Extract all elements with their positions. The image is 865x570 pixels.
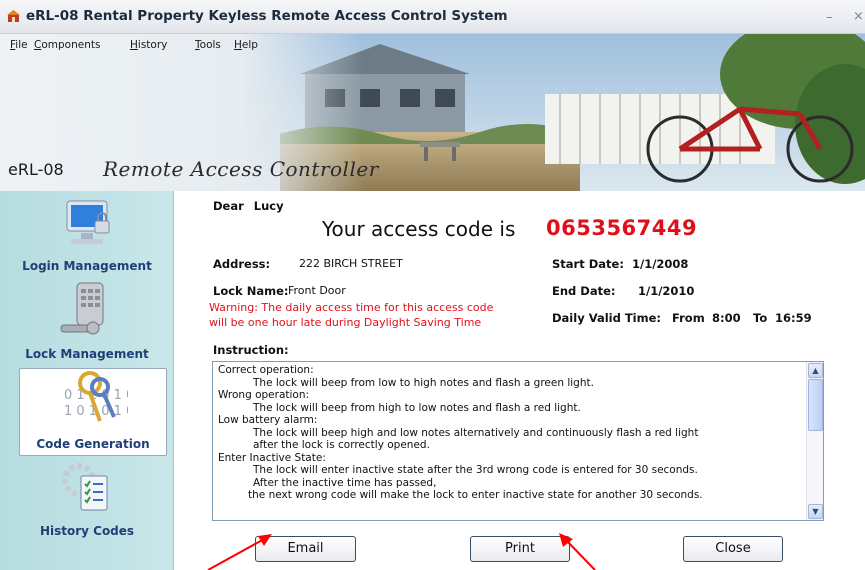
end-date-value: 1/1/2010 [638,284,695,298]
monitor-lock-icon [66,200,110,244]
instruction-text: Correct operation: The lock will beep fr… [218,364,803,502]
menu-components[interactable]: Components [34,39,100,51]
sidebar-item-label: History Codes [39,524,135,538]
sidebar-item-label: Code Generation [36,437,150,451]
instruction-textbox[interactable]: Correct operation: The lock will beep fr… [212,361,824,521]
dst-warning: Warning: The daily access time for this … [209,300,543,334]
code-generation-panel: Dear Lucy Your access code is 0653567449 … [175,191,865,570]
instruction-line: The lock will beep from low to high note… [253,376,594,389]
sidebar-item-history-codes[interactable]: History Codes [0,456,174,544]
instruction-line: The lock will beep high and low notes al… [253,426,699,439]
scroll-thumb[interactable] [808,379,823,431]
app-window: eRL-08 Rental Property Keyless Remote Ac… [0,0,865,570]
annotation-arrow-print [559,533,596,570]
app-icon [7,10,20,22]
close-button[interactable]: Close [683,536,783,562]
annotation-arrow-email [207,534,272,570]
title-bar[interactable]: eRL-08 Rental Property Keyless Remote Ac… [0,0,865,34]
daily-to-value: 16:59 [775,311,812,325]
access-code-value: 0653567449 [546,216,698,240]
instruction-line: Low battery alarm: [218,414,318,426]
start-date-value: 1/1/2008 [632,257,689,271]
menu-file[interactable]: File [10,39,28,51]
end-date-label: End Date: [552,284,616,298]
instruction-line: The lock will beep from high to low note… [253,401,581,414]
keypad-lock-icon [60,282,104,335]
daily-to-label: To [753,311,768,325]
instruction-line: The lock will enter inactive state after… [253,464,698,476]
menu-history[interactable]: History [130,39,167,51]
menu-tools[interactable]: Tools [195,39,221,51]
instruction-line: the next wrong code will make the lock t… [248,489,703,501]
daily-valid-label: Daily Valid Time: [552,311,662,325]
lock-name-label: Lock Name: [213,284,289,298]
warning-line: will be one hour late during Daylight Sa… [209,316,482,329]
sidebar: Login Management Lock Management 0 1 1 0… [0,191,174,570]
close-window-button[interactable]: × [853,9,864,24]
brand-logo-text: eRL-08 [8,160,64,179]
scroll-up-button[interactable]: ▲ [808,363,823,378]
header-banner: File Components History Tools Help eRL-0… [0,34,865,191]
sidebar-item-code-generation[interactable]: 0 1 1 0 1 0 1 0 1 0 1 0 Code Generation [19,368,167,456]
sidebar-item-label: Login Management [22,259,152,273]
address-label: Address: [213,257,271,271]
menu-bar: File Components History Tools Help [0,34,300,54]
instruction-line: Correct operation: [218,364,314,376]
sidebar-item-label: Lock Management [25,347,149,361]
recipient-name: Lucy [253,199,284,213]
daily-from-label: From [672,311,705,325]
window-title: eRL-08 Rental Property Keyless Remote Ac… [26,8,508,24]
start-date-label: Start Date: [552,257,624,271]
scroll-down-button[interactable]: ▼ [808,504,823,519]
menu-help[interactable]: Help [234,39,258,51]
gear-checklist-icon [62,463,108,511]
instruction-line: Enter Inactive State: [218,451,326,464]
daily-from-value: 8:00 [712,311,741,325]
warning-line: Warning: The daily access time for this … [209,301,494,314]
greeting: Dear Lucy [213,199,284,213]
lock-name-value: Front Door [288,284,346,297]
address-value: 222 BIRCH STREET [299,257,403,270]
instruction-heading: Instruction: [213,343,289,357]
sidebar-item-login-management[interactable]: Login Management [0,191,174,279]
instruction-line: Wrong operation: [218,389,310,401]
dear-label: Dear [213,199,244,213]
instruction-line: After the inactive time has passed, [253,476,437,489]
keys-binary-icon: 0 1 1 0 1 0 1 0 1 0 1 0 [64,371,128,422]
sidebar-item-lock-management[interactable]: Lock Management [0,279,174,367]
access-code-intro: Your access code is [322,217,516,241]
instruction-scrollbar[interactable]: ▲ ▼ [806,362,823,520]
minimize-button[interactable]: – [826,10,833,25]
brand-script-text: Remote Access Controller [103,157,379,181]
instruction-line: after the lock is correctly opened. [253,439,430,451]
